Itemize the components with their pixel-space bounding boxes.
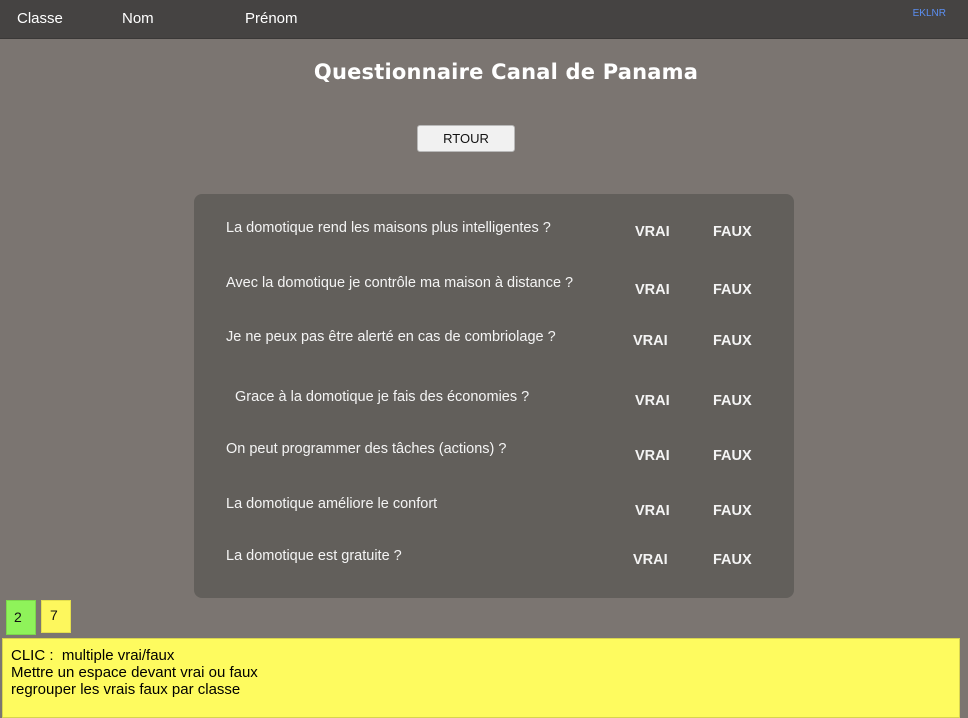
header-nom[interactable]: Nom [122, 10, 154, 27]
count-badge-green[interactable]: 2 [6, 600, 36, 635]
question-6-faux-button[interactable]: FAUX [713, 503, 752, 519]
note-line-1: CLIC : multiple vrai/faux [11, 647, 175, 664]
question-1-faux-button[interactable]: FAUX [713, 224, 752, 240]
question-7-faux-button[interactable]: FAUX [713, 552, 752, 568]
question-2-text: Avec la domotique je contrôle ma maison … [226, 275, 574, 291]
question-2-faux-button[interactable]: FAUX [713, 282, 752, 298]
question-6-vrai-button[interactable]: VRAI [635, 503, 670, 519]
count-badge-yellow[interactable]: 7 [41, 600, 71, 633]
quiz-panel: La domotique rend les maisons plus intel… [194, 194, 794, 598]
question-5-text: On peut programmer des tâches (actions) … [226, 441, 507, 457]
question-3-faux-button[interactable]: FAUX [713, 333, 752, 349]
sticky-note: CLIC : multiple vrai/faux Mettre un espa… [2, 638, 960, 718]
top-bar: Classe Nom Prénom EKLNR [0, 0, 968, 39]
rtour-button[interactable]: RTOUR [417, 125, 515, 152]
question-4-text: Grace à la domotique je fais des économi… [235, 389, 530, 405]
question-5-faux-button[interactable]: FAUX [713, 448, 752, 464]
question-6-text: La domotique améliore le confort [226, 496, 438, 512]
note-line-2: Mettre un espace devant vrai ou faux [11, 664, 258, 681]
note-line-3: regrouper les vrais faux par classe [11, 681, 241, 698]
question-1-vrai-button[interactable]: VRAI [635, 224, 670, 240]
header-prenom[interactable]: Prénom [245, 10, 298, 27]
header-code: EKLNR [912, 8, 946, 19]
page-title: Questionnaire Canal de Panama [313, 60, 699, 84]
question-4-faux-button[interactable]: FAUX [713, 393, 752, 409]
header-classe[interactable]: Classe [17, 10, 63, 27]
question-5-vrai-button[interactable]: VRAI [635, 448, 670, 464]
question-7-vrai-button[interactable]: VRAI [633, 552, 668, 568]
question-4-vrai-button[interactable]: VRAI [635, 393, 670, 409]
question-2-vrai-button[interactable]: VRAI [635, 282, 670, 298]
question-3-vrai-button[interactable]: VRAI [633, 333, 668, 349]
question-1-text: La domotique rend les maisons plus intel… [226, 220, 551, 236]
question-3-text: Je ne peux pas être alerté en cas de com… [226, 329, 556, 345]
question-7-text: La domotique est gratuite ? [226, 548, 402, 564]
